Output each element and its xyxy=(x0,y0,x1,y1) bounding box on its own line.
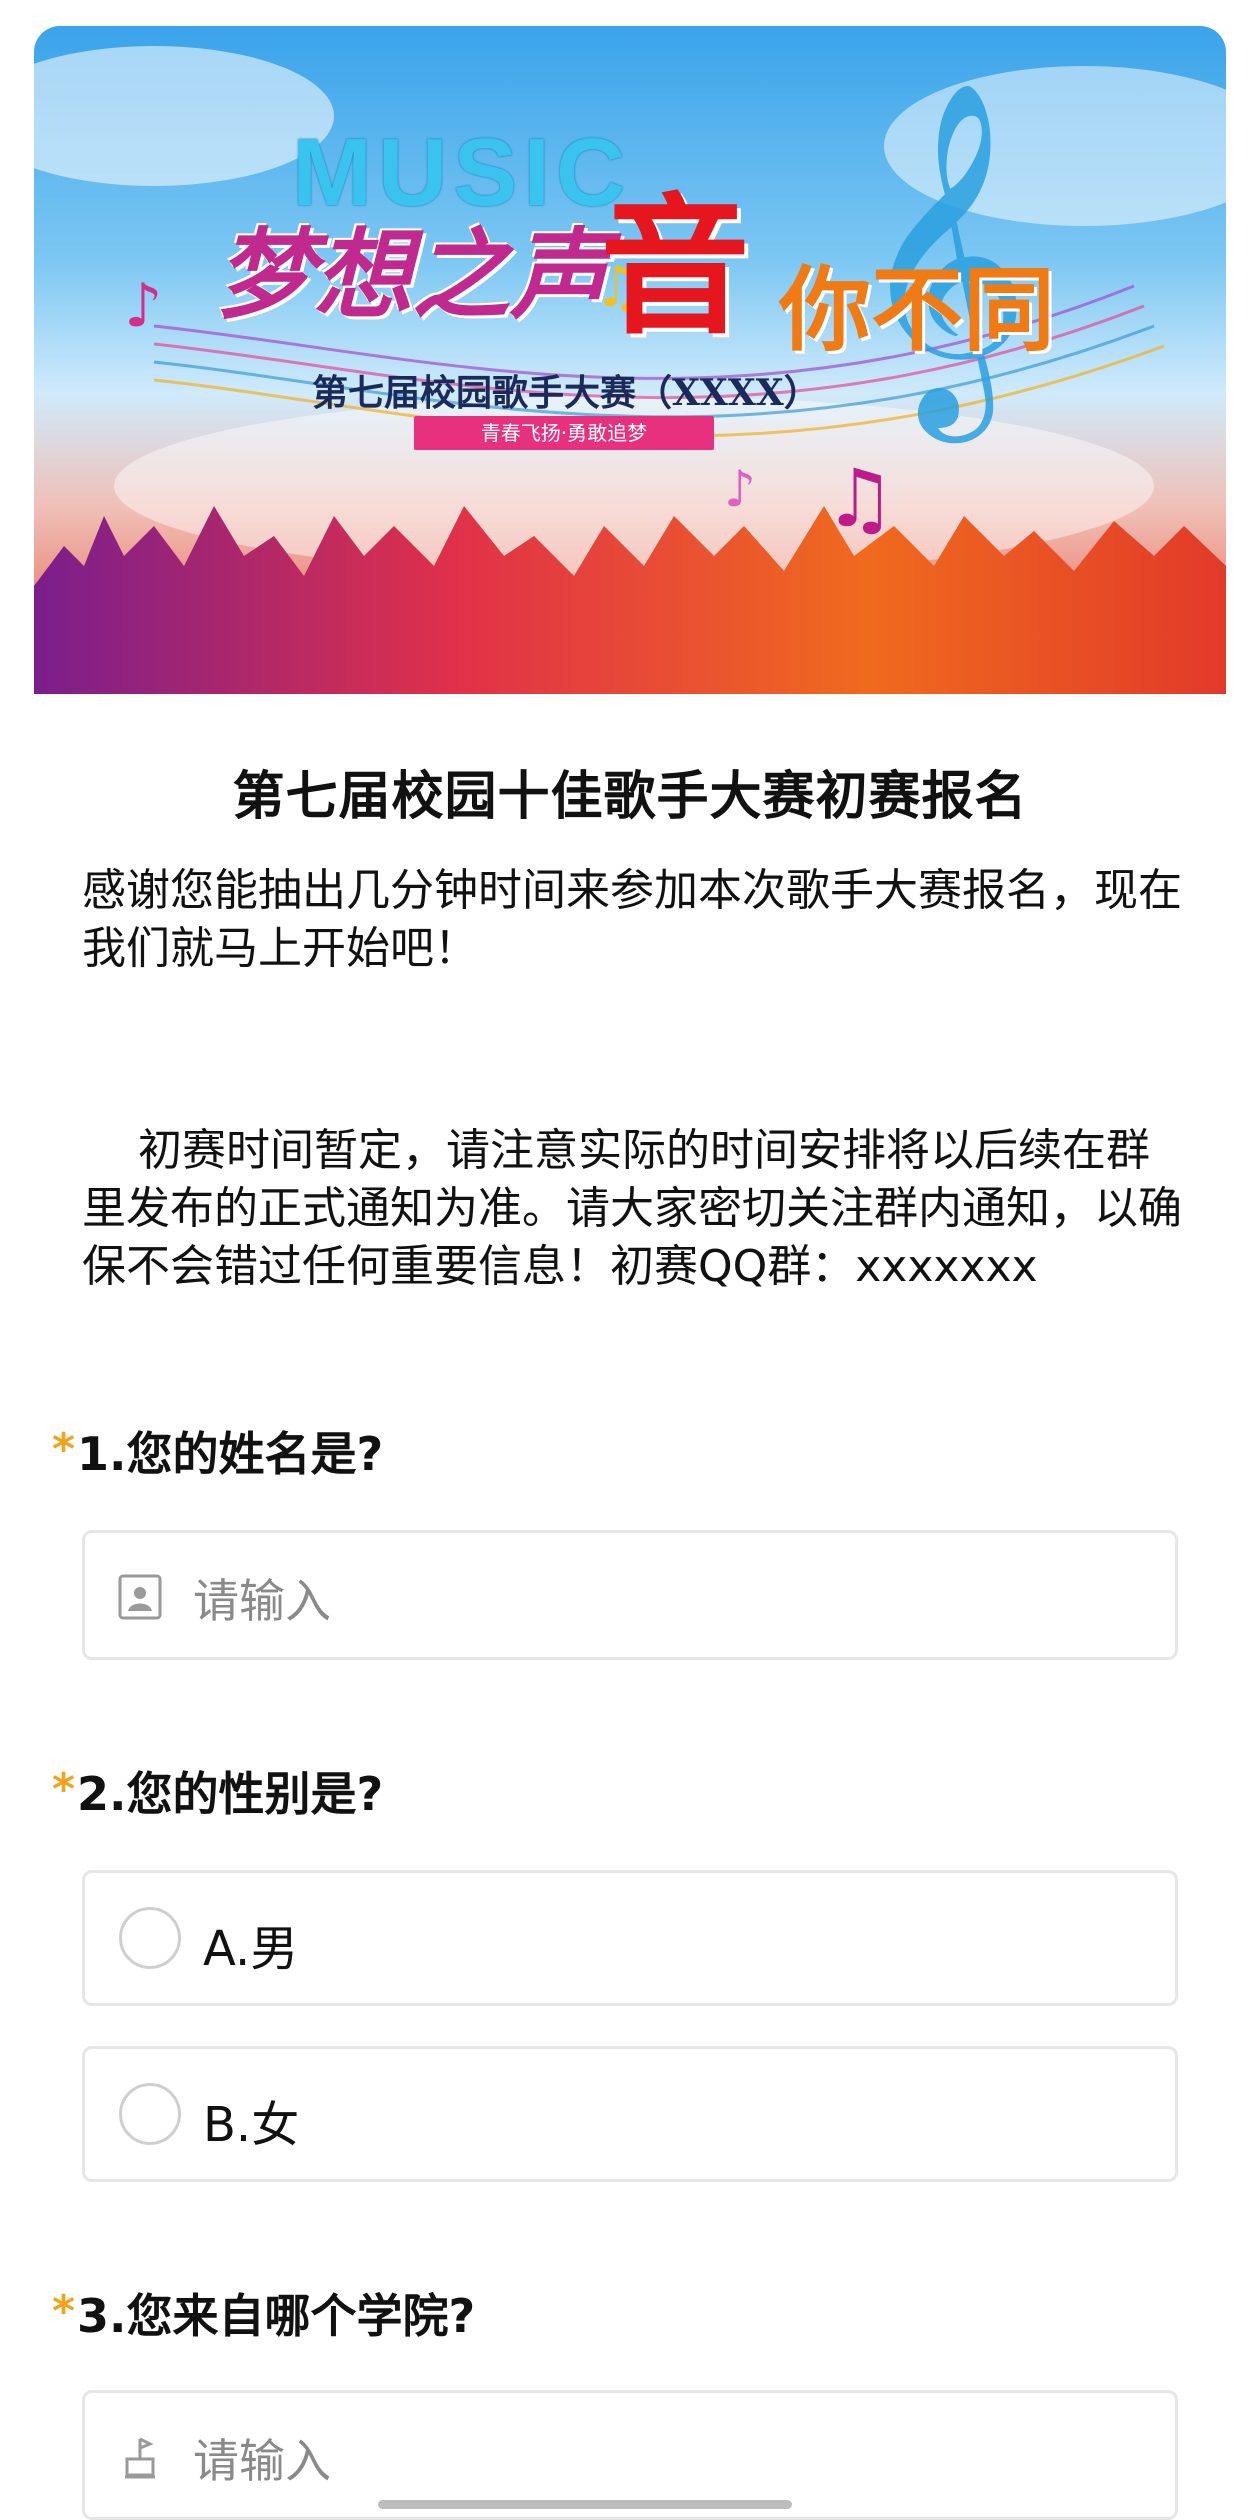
question-gender-text: 2.您的性别是? xyxy=(77,1767,384,1821)
name-input[interactable]: 请输入 xyxy=(82,1530,1178,1660)
question-name-text: 1.您的姓名是? xyxy=(77,1427,384,1481)
required-star: * xyxy=(52,1424,76,1475)
intro-text: 感谢您能抽出几分钟时间来参加本次歌手大赛报名，现在我们就马上开始吧！ xyxy=(82,865,1182,974)
notice-content: 初赛时间暂定，请注意实际的时间安排将以后续在群里发布的正式通知为准。请大家密切关… xyxy=(82,1125,1182,1292)
banner-different-word: 你不同 xyxy=(779,256,1056,364)
banner-tagline: 青春飞扬·勇敢追梦 xyxy=(414,416,714,450)
banner-subtitle: 第七届校园歌手大赛（XXXX） xyxy=(312,372,820,414)
gender-option-male[interactable]: A.男 xyxy=(82,1870,1178,2006)
question-college-label: *3.您来自哪个学院? xyxy=(52,2280,475,2346)
contact-card-icon xyxy=(118,1574,162,1620)
required-star: * xyxy=(52,1764,76,1815)
radio-button[interactable] xyxy=(119,1907,181,1969)
required-star: * xyxy=(52,2286,76,2337)
banner-sound-word: 音 xyxy=(600,179,751,355)
home-indicator[interactable] xyxy=(378,2500,792,2509)
banner-dream-word: 梦想之声 xyxy=(216,218,609,333)
building-icon xyxy=(125,2437,155,2479)
gender-option-female[interactable]: B.女 xyxy=(82,2046,1178,2182)
college-input-placeholder: 请输入 xyxy=(193,2434,331,2488)
banner-image: 𝄞 ♪ ♫ ♫ ♪ ♪ MUSIC 梦想之声 音 你不同 第七届校园歌手大赛（X… xyxy=(34,26,1226,694)
name-input-placeholder: 请输入 xyxy=(193,1574,331,1628)
radio-button[interactable] xyxy=(119,2083,181,2145)
page-title: 第七届校园十佳歌手大赛初赛报名 xyxy=(232,767,1028,827)
option-label: A.男 xyxy=(203,1921,299,1977)
notice-text: 初赛时间暂定，请注意实际的时间安排将以后续在群里发布的正式通知为准。请大家密切关… xyxy=(82,1122,1182,1296)
question-name-label: *1.您的姓名是? xyxy=(52,1418,383,1484)
question-college-text: 3.您来自哪个学院? xyxy=(77,2289,476,2343)
svg-text:♪: ♪ xyxy=(724,460,756,518)
svg-text:♪: ♪ xyxy=(124,271,162,341)
option-label: B.女 xyxy=(203,2097,300,2153)
question-gender-label: *2.您的性别是? xyxy=(52,1758,383,1824)
